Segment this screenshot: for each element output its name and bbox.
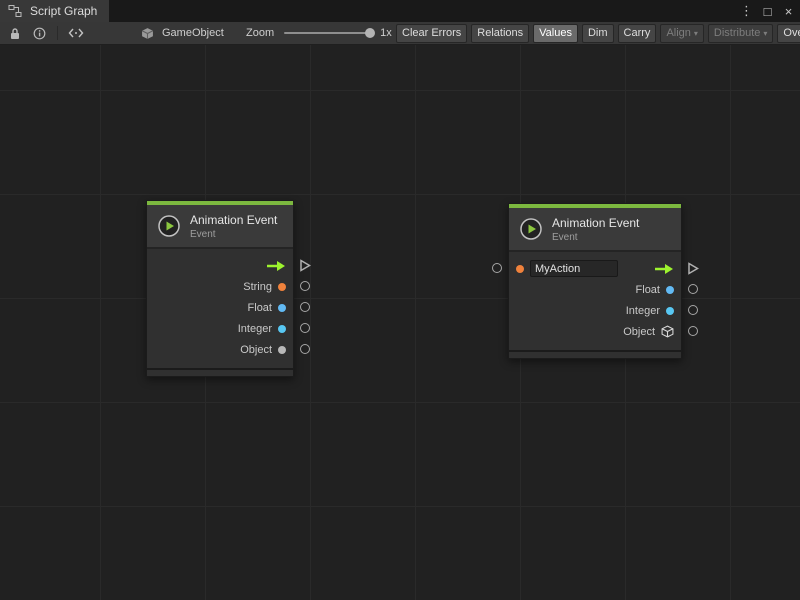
object-output-row: Object — [509, 321, 681, 342]
string-type-icon — [516, 265, 524, 273]
port-label: Integer — [626, 305, 660, 317]
node-subtitle: Event — [552, 232, 639, 243]
node-body: Float Integer Object — [509, 250, 681, 350]
float-output-row: Float — [147, 297, 293, 318]
node-body: String Float Integer Object — [147, 247, 293, 368]
object-output-port[interactable] — [300, 344, 310, 354]
toolbar-buttons: Clear Errors Relations Values Dim Carry … — [396, 22, 800, 44]
values-button[interactable]: Values — [533, 24, 578, 43]
float-output-row: Float — [509, 279, 681, 300]
chevron-down-icon: ▾ — [694, 29, 698, 38]
action-input-port[interactable] — [492, 263, 502, 273]
flow-output-port[interactable] — [299, 259, 311, 272]
zoom-slider-handle[interactable] — [365, 28, 375, 38]
node-subtitle: Event — [190, 229, 277, 240]
toolbar-separator — [57, 26, 58, 40]
window-maximize-button[interactable]: □ — [760, 4, 775, 19]
object-output-row: Object — [147, 339, 293, 360]
port-label: Float — [636, 284, 660, 296]
float-type-icon — [278, 304, 286, 312]
float-output-port[interactable] — [688, 284, 698, 294]
overview-button[interactable]: Overv — [777, 24, 800, 43]
flow-output-row — [147, 255, 293, 276]
port-label: Object — [623, 326, 655, 338]
integer-type-icon — [666, 307, 674, 315]
graph-toolbar: GameObject Zoom 1x Clear Errors Relation… — [0, 22, 800, 45]
zoom-label: Zoom — [246, 27, 274, 39]
node-title: Animation Event — [190, 213, 277, 227]
integer-output-row: Integer — [147, 318, 293, 339]
tab-title: Script Graph — [30, 4, 97, 18]
port-label: Object — [240, 344, 272, 356]
window-menu-button[interactable]: ⋮ — [739, 3, 754, 19]
node-animation-event-1[interactable]: Animation Event Event String Float Integ… — [146, 200, 294, 377]
float-output-port[interactable] — [300, 302, 310, 312]
port-label: Float — [248, 302, 272, 314]
info-icon[interactable] — [30, 25, 48, 41]
integer-output-row: Integer — [509, 300, 681, 321]
node-footer — [509, 352, 681, 358]
object-output-port[interactable] — [688, 326, 698, 336]
clear-errors-button[interactable]: Clear Errors — [396, 24, 467, 43]
dim-button[interactable]: Dim — [582, 24, 614, 43]
object-type-icon — [278, 346, 286, 354]
node-header[interactable]: Animation Event Event — [147, 205, 293, 247]
lock-icon[interactable] — [6, 25, 24, 41]
event-play-icon — [519, 217, 543, 241]
string-output-port[interactable] — [300, 281, 310, 291]
action-input-row — [509, 258, 681, 279]
code-icon[interactable] — [67, 25, 85, 41]
integer-output-port[interactable] — [688, 305, 698, 315]
window-close-button[interactable]: × — [781, 4, 796, 19]
gameobject-label: GameObject — [162, 27, 224, 39]
toolbar-left-icons — [6, 22, 85, 44]
zoom-control: Zoom 1x — [246, 22, 392, 44]
script-graph-icon — [6, 3, 24, 19]
chevron-down-icon: ▾ — [763, 29, 767, 38]
tab-bar: Script Graph ⋮ □ × — [0, 0, 800, 22]
action-name-input[interactable] — [530, 260, 618, 277]
carry-button[interactable]: Carry — [618, 24, 657, 43]
flow-arrow-icon — [654, 263, 674, 275]
event-play-icon — [157, 214, 181, 238]
node-titles: Animation Event Event — [552, 216, 639, 243]
graph-canvas[interactable]: Animation Event Event String Float Integ… — [0, 45, 800, 600]
node-title: Animation Event — [552, 216, 639, 230]
distribute-label: Distribute — [714, 27, 760, 39]
align-button[interactable]: Align ▾ — [660, 24, 703, 43]
node-header[interactable]: Animation Event Event — [509, 208, 681, 250]
integer-output-port[interactable] — [300, 323, 310, 333]
relations-button[interactable]: Relations — [471, 24, 529, 43]
string-output-row: String — [147, 276, 293, 297]
node-titles: Animation Event Event — [190, 213, 277, 240]
window-controls: ⋮ □ × — [739, 0, 796, 22]
zoom-slider[interactable] — [284, 32, 370, 34]
gameobject-icon — [138, 25, 156, 41]
port-label: String — [243, 281, 272, 293]
integer-type-icon — [278, 325, 286, 333]
zoom-value: 1x — [380, 27, 392, 39]
distribute-button[interactable]: Distribute ▾ — [708, 24, 773, 43]
tab-script-graph[interactable]: Script Graph — [0, 0, 109, 22]
node-animation-event-2[interactable]: Animation Event Event Float Integer O — [508, 203, 682, 359]
float-type-icon — [666, 286, 674, 294]
port-label: Integer — [238, 323, 272, 335]
node-footer — [147, 370, 293, 376]
string-type-icon — [278, 283, 286, 291]
align-label: Align — [666, 27, 690, 39]
gameobject-selector[interactable]: GameObject — [138, 22, 224, 44]
flow-arrow-icon — [266, 260, 286, 272]
flow-output-port[interactable] — [687, 262, 699, 275]
object-cube-icon — [661, 325, 674, 338]
